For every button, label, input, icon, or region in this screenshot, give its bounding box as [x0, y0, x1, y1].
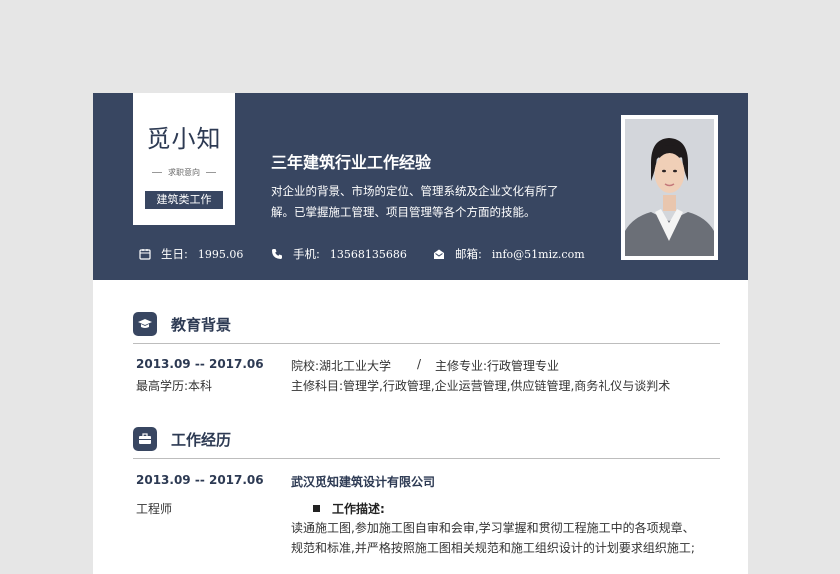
mail-icon — [433, 248, 445, 260]
birthday-label: 生日: — [161, 247, 188, 261]
phone-value: 13568135686 — [329, 247, 407, 261]
phone-label: 手机: — [293, 247, 320, 261]
summary-line: 解。已掌握施工管理、项目管理等各个方面的技能。 — [271, 205, 536, 219]
education-major: 主修专业:行政管理专业 — [435, 359, 560, 373]
name-card: 觅小知 求职意向 建筑类工作 — [133, 93, 235, 225]
summary-line: 对企业的背景、市场的定位、管理系统及企业文化有所了 — [271, 184, 559, 198]
email-label: 邮箱: — [455, 247, 482, 261]
section-divider — [133, 458, 720, 459]
work-company: 武汉觅知建筑设计有限公司 — [291, 475, 436, 489]
education-courses: 主修科目:管理学,行政管理,企业运营管理,供应链管理,商务礼仪与谈判术 — [291, 379, 671, 393]
birthday-value: 1995.06 — [197, 247, 244, 261]
calendar-icon — [139, 248, 151, 260]
summary: 对企业的背景、市场的定位、管理系统及企业文化有所了 解。已掌握施工管理、项目管理… — [271, 181, 571, 223]
headline: 三年建筑行业工作经验 — [271, 153, 432, 172]
resume-page: 觅小知 求职意向 建筑类工作 三年建筑行业工作经验 对企业的背景、市场的定位、管… — [93, 93, 748, 574]
graduation-cap-icon — [133, 312, 157, 336]
intent-row: 求职意向 — [143, 165, 225, 179]
candidate-name: 觅小知 — [146, 125, 222, 153]
phone-info: 手机: 13568135686 — [271, 244, 407, 264]
phone-icon — [271, 248, 283, 260]
work-title: 工作经历 — [171, 430, 232, 449]
work-section-title: 工作经历 — [133, 427, 231, 451]
education-section-title: 教育背景 — [133, 312, 231, 336]
job-title-tag: 建筑类工作 — [145, 191, 223, 209]
work-description-heading: 工作描述: — [313, 500, 385, 517]
work-role: 工程师 — [136, 502, 173, 516]
portrait-illustration — [625, 119, 714, 256]
resume-header: 觅小知 求职意向 建筑类工作 三年建筑行业工作经验 对企业的背景、市场的定位、管… — [93, 93, 748, 280]
education-school: 院校:湖北工业大学 — [291, 359, 392, 373]
education-degree: 最高学历:本科 — [136, 379, 213, 393]
divider — [206, 171, 216, 173]
profile-photo — [625, 119, 714, 256]
intent-label: 求职意向 — [168, 167, 200, 177]
work-description-line: 规范和标准,并严格按照施工图相关规范和施工组织设计的计划要求组织施工; — [291, 541, 695, 555]
bullet-square-icon — [313, 505, 320, 512]
email-info: 邮箱: info@51miz.com — [433, 244, 585, 264]
education-title: 教育背景 — [171, 315, 232, 334]
profile-photo-frame — [621, 115, 718, 260]
education-separator: / — [417, 357, 422, 371]
work-description-line: 读通施工图,参加施工图自审和会审,学习掌握和贯彻工程施工中的各项规章、 — [291, 521, 695, 535]
email-value: info@51miz.com — [491, 247, 585, 261]
work-description-label: 工作描述: — [332, 502, 385, 516]
divider — [152, 171, 162, 173]
work-period: 2013.09 -- 2017.06 — [136, 473, 264, 487]
briefcase-icon — [133, 427, 157, 451]
education-period: 2013.09 -- 2017.06 — [136, 357, 264, 371]
section-divider — [133, 343, 720, 344]
birthday-info: 生日: 1995.06 — [139, 244, 243, 264]
